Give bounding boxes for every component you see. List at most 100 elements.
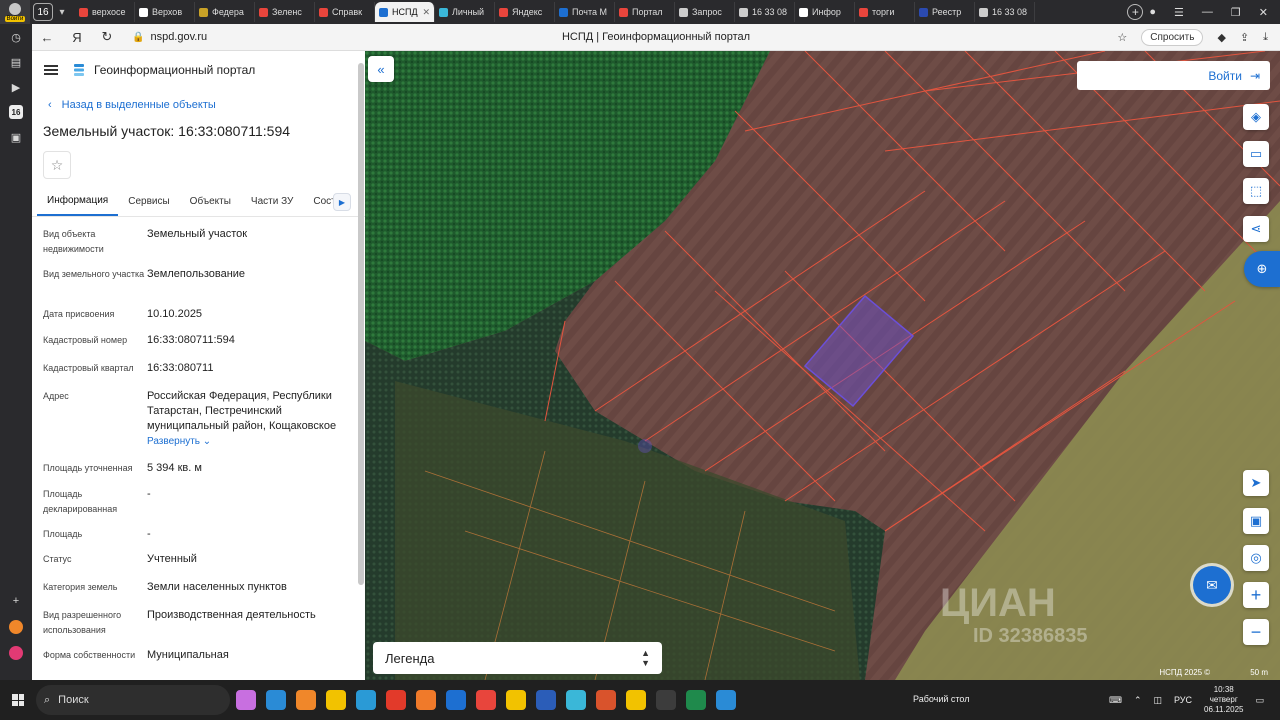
clock[interactable]: 10:38 четверг 06.11.2025 <box>1204 685 1243 715</box>
tray-chevron-icon[interactable]: ⌃ <box>1134 695 1142 706</box>
profile-button[interactable]: Войти <box>0 0 30 24</box>
info-tab[interactable]: Сервисы <box>118 187 179 216</box>
menu-icon[interactable]: ☰ <box>1174 6 1184 19</box>
add-icon[interactable]: + <box>9 594 23 608</box>
screenshot-icon[interactable]: ▣ <box>9 130 23 144</box>
field-value-cell: 10.10.2025 <box>147 307 365 333</box>
search-location-icon[interactable]: ◎ <box>1243 545 1269 571</box>
info-tab[interactable]: Информация <box>37 187 119 216</box>
powerpoint-icon[interactable] <box>626 690 646 710</box>
task-view-icon[interactable] <box>266 690 286 710</box>
outlook-icon[interactable] <box>326 690 346 710</box>
language-indicator[interactable]: РУС <box>1174 695 1192 705</box>
yandex-browser-icon[interactable] <box>656 690 676 710</box>
excel-icon[interactable] <box>716 690 736 710</box>
zoom-in-button[interactable]: + <box>1243 582 1269 608</box>
browser-tab[interactable]: Реестр <box>915 2 975 22</box>
browser-tab[interactable]: торги <box>855 2 915 22</box>
login-button[interactable]: Войти ⇥ <box>1077 61 1270 90</box>
history-icon[interactable]: ◷ <box>9 30 23 44</box>
browser-tab[interactable]: 16 33 08 <box>735 2 795 22</box>
account-icon[interactable]: ● <box>1149 6 1156 18</box>
notification-icon[interactable] <box>9 646 23 660</box>
browser-tab[interactable]: Яндекс <box>495 2 555 22</box>
yandex-icon[interactable] <box>506 690 526 710</box>
collections-icon[interactable]: ▤ <box>9 55 23 69</box>
opera-icon[interactable] <box>416 690 436 710</box>
share-icon[interactable]: ⋖ <box>1243 216 1269 242</box>
favicon-icon <box>499 7 508 17</box>
tabs-badge[interactable]: 16 <box>9 105 23 119</box>
field-value: Земельный участок <box>147 228 248 240</box>
browser-tab[interactable]: НСПД ✕ <box>375 2 435 22</box>
notifications-icon[interactable]: ▭ <box>1255 695 1264 706</box>
pinned-app-icon[interactable] <box>296 690 316 710</box>
reload-icon[interactable]: ↻ <box>92 29 122 45</box>
browser-tab[interactable]: Федера <box>195 2 255 22</box>
close-button[interactable]: ✕ <box>1259 6 1268 19</box>
desktop-label[interactable]: Рабочий стол <box>913 694 970 704</box>
file-explorer-icon[interactable] <box>356 690 376 710</box>
url-field[interactable]: 🔒 nspd.gov.ru <box>132 31 207 43</box>
browser-tab[interactable]: Запрос <box>675 2 735 22</box>
yandex-icon[interactable]: Я <box>62 30 92 45</box>
tabs-scroll-right-button[interactable]: ▶ <box>333 193 351 211</box>
browser-tab[interactable]: 16 33 08 <box>975 2 1035 22</box>
tab-count-badge[interactable]: 16 <box>33 3 53 21</box>
edge-icon[interactable] <box>386 690 406 710</box>
zoom-out-button[interactable]: − <box>1243 619 1269 645</box>
back-arrow-icon[interactable]: ← <box>32 30 62 45</box>
services-icon[interactable]: ⊕ <box>1244 251 1280 287</box>
extension-icon[interactable]: ◆ <box>1217 31 1225 44</box>
info-tab[interactable]: Объекты <box>180 187 241 216</box>
ruler-icon[interactable]: ▭ <box>1243 141 1269 167</box>
browser-tab[interactable]: Зеленс <box>255 2 315 22</box>
teams-icon[interactable] <box>596 690 616 710</box>
browser-tab[interactable]: Личный <box>435 2 495 22</box>
chat-icon[interactable]: ✉ <box>1193 566 1231 604</box>
minimize-button[interactable]: — <box>1202 6 1213 18</box>
alice-icon[interactable] <box>9 620 23 634</box>
info-tab[interactable]: Части ЗУ <box>241 187 303 216</box>
favorite-star-button[interactable]: ☆ <box>43 151 71 179</box>
legend-dropdown[interactable]: Легенда ▲ ▼ <box>373 642 662 674</box>
share-icon[interactable]: ⇪ <box>1240 31 1249 44</box>
browser-tab[interactable]: Справк <box>315 2 375 22</box>
panel-header: Геоинформационный портал <box>32 51 365 89</box>
close-tab-icon[interactable]: ✕ <box>422 7 430 18</box>
chevron-down-icon[interactable]: ▾ <box>53 7 71 18</box>
widgets-icon[interactable] <box>236 690 256 710</box>
collapse-panel-button[interactable]: « <box>368 56 394 82</box>
parcel-marker[interactable] <box>638 439 652 453</box>
geolocation-icon[interactable]: ➤ <box>1243 470 1269 496</box>
browser-tab[interactable]: Портал <box>615 2 675 22</box>
browser-tab[interactable]: Инфор <box>795 2 855 22</box>
menu-icon[interactable] <box>44 65 58 75</box>
browser-tab[interactable]: Почта М <box>555 2 615 22</box>
panel-scrollbar[interactable] <box>358 63 364 585</box>
minimap-icon[interactable]: ▣ <box>1243 508 1269 534</box>
expand-link[interactable]: Развернуть ⌄ <box>147 434 351 449</box>
downloads-icon[interactable]: ⤓ <box>1263 31 1268 44</box>
winrar-icon[interactable] <box>686 690 706 710</box>
start-button[interactable] <box>0 694 36 706</box>
media-icon[interactable]: ▶ <box>9 80 23 94</box>
select-area-icon[interactable]: ⬚ <box>1243 178 1269 204</box>
map-view[interactable]: « Войти ⇥ ◈ ▭ ⬚ ⋖ ⊕ ➤ ▣ ◎ + − ✉ ЦИАН ID … <box>365 51 1280 680</box>
yandex-music-icon[interactable] <box>536 690 556 710</box>
network-icon[interactable]: ◫ <box>1153 695 1162 706</box>
keyboard-icon[interactable]: ⌨ <box>1109 695 1122 706</box>
word-icon[interactable] <box>566 690 586 710</box>
browser-tab[interactable]: верхосе <box>75 2 135 22</box>
firefox-icon[interactable] <box>446 690 466 710</box>
browser-tab[interactable]: Верхов <box>135 2 195 22</box>
new-tab-button[interactable]: + <box>1127 4 1144 20</box>
back-to-selected-link[interactable]: ‹ Назад в выделенные объекты <box>48 99 365 111</box>
taskbar-search[interactable]: ⌕ Поиск <box>36 685 230 715</box>
ask-button[interactable]: Спросить <box>1141 28 1204 46</box>
satellite-map[interactable] <box>365 51 1280 680</box>
zoom-icon[interactable] <box>476 690 496 710</box>
layers-icon[interactable]: ◈ <box>1243 104 1269 130</box>
bookmark-icon[interactable]: ☆ <box>1117 31 1127 44</box>
maximize-button[interactable]: ❐ <box>1231 6 1241 19</box>
